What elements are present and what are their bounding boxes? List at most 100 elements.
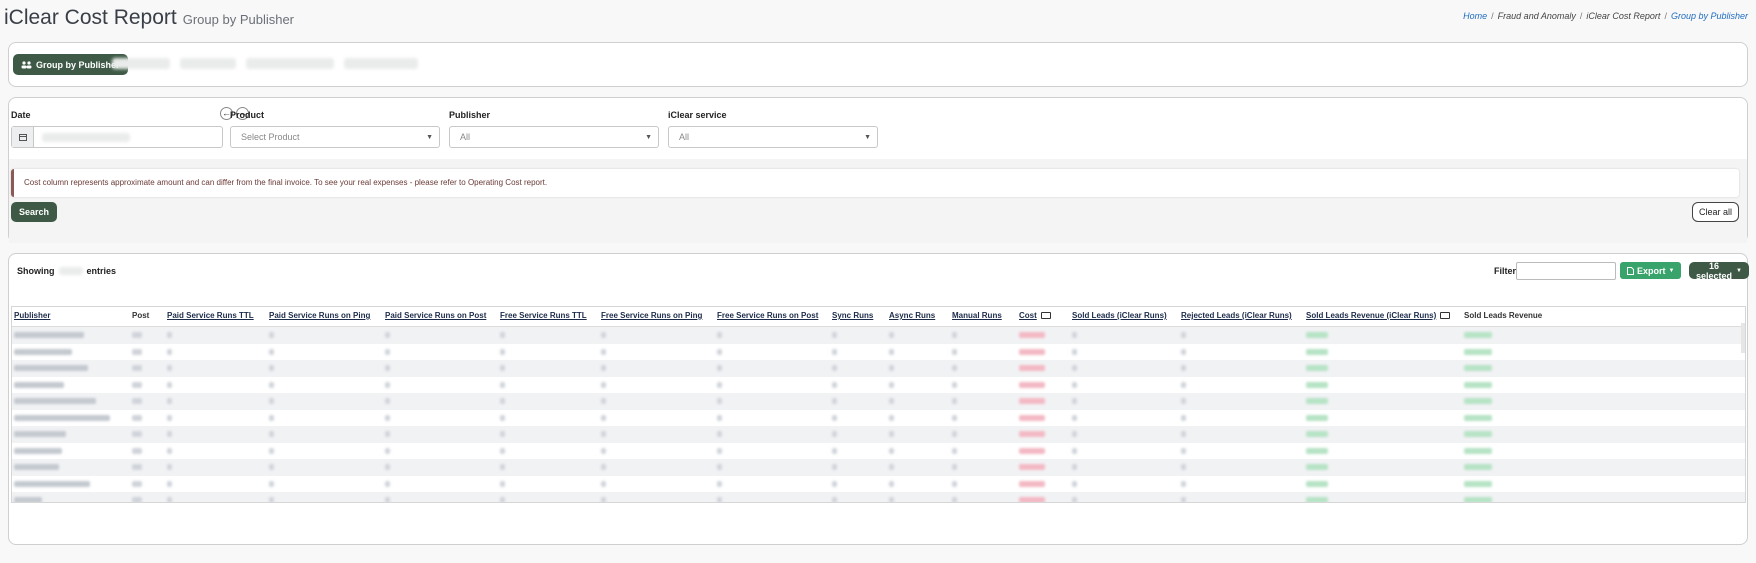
cell-value-blurred — [717, 398, 722, 404]
cell-value-blurred — [132, 464, 142, 470]
col-free-runs-ttl[interactable]: Free Service Runs TTL — [500, 311, 587, 320]
cell-value-blurred — [500, 398, 505, 404]
group-tab-blurred[interactable] — [180, 58, 236, 69]
cell-value-blurred — [832, 431, 837, 437]
publisher-name-blurred — [14, 398, 96, 404]
cell-value-blurred — [952, 480, 957, 487]
col-free-runs-ping[interactable]: Free Service Runs on Ping — [601, 311, 702, 320]
publisher-name-blurred — [14, 480, 90, 487]
other-group-tabs — [112, 58, 418, 69]
cell-value-blurred — [132, 431, 142, 437]
cell-value-blurred — [132, 365, 142, 371]
cell-value-blurred — [500, 365, 505, 371]
cell-value-blurred — [1306, 447, 1328, 454]
caret-down-icon: ▼ — [864, 134, 871, 141]
cell-value-blurred — [1019, 480, 1045, 487]
col-paid-runs-post[interactable]: Paid Service Runs on Post — [385, 311, 486, 320]
entries-count-blurred — [58, 267, 83, 275]
cell-value-blurred — [269, 348, 274, 355]
cell-value-blurred — [167, 348, 172, 355]
group-tab-blurred[interactable] — [246, 58, 334, 69]
cell-value-blurred — [1072, 414, 1077, 421]
group-tab-blurred[interactable] — [344, 58, 418, 69]
col-manual-runs[interactable]: Manual Runs — [952, 311, 1002, 320]
col-sold-revenue-runs[interactable]: Sold Leads Revenue (iClear Runs) — [1306, 311, 1451, 320]
cell-value-blurred — [269, 464, 274, 470]
cell-value-blurred — [952, 431, 957, 437]
group-tab-blurred[interactable] — [112, 58, 170, 69]
cell-value-blurred — [500, 497, 505, 502]
horizontal-scroll-edge[interactable] — [1741, 323, 1745, 353]
money-icon — [1440, 312, 1451, 320]
col-free-runs-post[interactable]: Free Service Runs on Post — [717, 311, 818, 320]
publisher-name-blurred — [14, 431, 66, 437]
cell-value-blurred — [601, 365, 606, 371]
cell-value-blurred — [269, 447, 274, 454]
iclear-service-select[interactable]: All ▼ — [668, 126, 878, 148]
cell-value-blurred — [132, 414, 142, 421]
table-card: Showing entries Filter: Export ▼ 16 sele… — [8, 253, 1749, 545]
cell-value-blurred — [952, 381, 957, 388]
cell-value-blurred — [167, 447, 172, 454]
file-icon — [1627, 266, 1634, 275]
cell-value-blurred — [1072, 398, 1077, 404]
export-button[interactable]: Export ▼ — [1620, 262, 1682, 279]
publisher-name-blurred — [14, 332, 84, 338]
cell-value-blurred — [1072, 332, 1077, 338]
cell-value-blurred — [832, 398, 837, 404]
cell-value-blurred — [132, 398, 142, 404]
col-sold-revenue[interactable]: Sold Leads Revenue — [1464, 311, 1542, 320]
col-rejected-leads-runs[interactable]: Rejected Leads (iClear Runs) — [1181, 311, 1292, 320]
cell-value-blurred — [167, 398, 172, 404]
cell-value-blurred — [1181, 381, 1186, 388]
top-bar: iClear Cost Report Group by Publisher Hom… — [0, 0, 1756, 40]
filter-input[interactable] — [1516, 262, 1616, 280]
cell-value-blurred — [132, 447, 142, 454]
cell-value-blurred — [889, 447, 894, 454]
breadcrumb-home[interactable]: Home — [1463, 11, 1487, 21]
cell-value-blurred — [385, 348, 390, 355]
col-cost[interactable]: Cost — [1019, 311, 1051, 320]
cell-value-blurred — [500, 447, 505, 454]
breadcrumb-current[interactable]: Group by Publisher — [1671, 11, 1748, 21]
col-paid-runs-ping[interactable]: Paid Service Runs on Ping — [269, 311, 370, 320]
cell-value-blurred — [1306, 414, 1328, 421]
col-sold-leads-runs[interactable]: Sold Leads (iClear Runs) — [1072, 311, 1167, 320]
cell-value-blurred — [832, 414, 837, 421]
publisher-name-blurred — [14, 414, 110, 421]
table-row — [12, 327, 1745, 344]
cell-value-blurred — [1306, 365, 1328, 371]
publisher-select[interactable]: All ▼ — [449, 126, 659, 148]
cell-value-blurred — [132, 348, 142, 355]
breadcrumb-fraud[interactable]: Fraud and Anomaly — [1498, 11, 1576, 21]
clear-all-button[interactable]: Clear all — [1691, 202, 1739, 222]
product-select[interactable]: Select Product ▼ — [230, 126, 440, 148]
cell-value-blurred — [167, 414, 172, 421]
cell-value-blurred — [889, 480, 894, 487]
search-button[interactable]: Search — [11, 202, 58, 222]
cell-value-blurred — [952, 447, 957, 454]
cell-value-blurred — [952, 398, 957, 404]
cell-value-blurred — [1306, 348, 1328, 355]
cell-value-blurred — [717, 348, 722, 355]
cell-value-blurred — [717, 447, 722, 454]
group-by-publisher-button[interactable]: Group by Publisher — [13, 54, 128, 75]
cell-value-blurred — [1181, 365, 1186, 371]
cell-value-blurred — [889, 381, 894, 388]
cell-value-blurred — [889, 398, 894, 404]
cell-value-blurred — [1019, 464, 1045, 470]
columns-selected-button[interactable]: 16 selected ▼ — [1689, 261, 1749, 281]
cell-value-blurred — [952, 497, 957, 502]
group-by-card: Group by Publisher — [8, 42, 1748, 87]
breadcrumb-report[interactable]: iClear Cost Report — [1586, 11, 1660, 21]
cell-value-blurred — [601, 414, 606, 421]
cell-value-blurred — [889, 348, 894, 355]
col-sync-runs[interactable]: Sync Runs — [832, 311, 873, 320]
col-paid-runs-ttl[interactable]: Paid Service Runs TTL — [167, 311, 254, 320]
col-post[interactable]: Post — [132, 311, 149, 320]
col-publisher[interactable]: Publisher — [14, 311, 50, 320]
users-icon — [21, 60, 32, 68]
col-async-runs[interactable]: Async Runs — [889, 311, 935, 320]
cell-value-blurred — [889, 365, 894, 371]
date-range-input[interactable] — [11, 126, 223, 148]
